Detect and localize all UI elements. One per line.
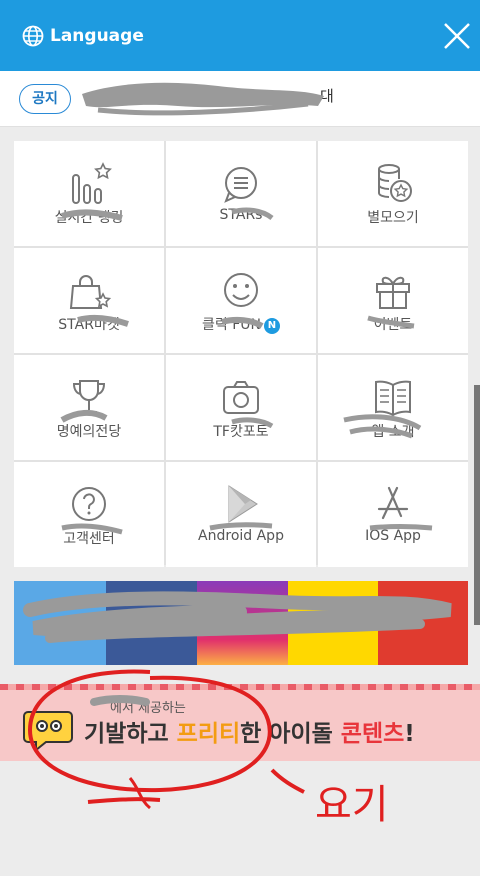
menu-item-label: 명예의전당: [56, 424, 122, 440]
menu-item-event[interactable]: 이벤트: [318, 248, 468, 353]
top-header: Language: [0, 0, 480, 71]
menu-item-photo[interactable]: TF캇포토: [166, 355, 316, 460]
menu-item-label: STARs: [219, 207, 263, 223]
banner-title-highlight: 콘텐츠: [340, 721, 405, 747]
banner-title-highlight: 프리티: [176, 721, 241, 747]
play-store-icon: [228, 485, 258, 523]
trophy-icon: [72, 380, 106, 413]
menu-item-collect-stars[interactable]: 별모으기: [318, 141, 468, 246]
banner-title-part: !: [404, 721, 415, 747]
menu-item-app-intro[interactable]: 앱 소개: [318, 355, 468, 460]
language-button[interactable]: Language: [22, 22, 144, 50]
menu-item-label: 고객센터: [63, 531, 115, 547]
social-kakao-button[interactable]: [288, 581, 378, 665]
menu-item-stars[interactable]: STARs: [166, 141, 316, 246]
menu-item-click-fun[interactable]: 클릭 FUN N: [166, 248, 316, 353]
smiley-icon: [224, 273, 258, 307]
menu-item-realtime-ranking[interactable]: 실시간 랭킹: [14, 141, 164, 246]
menu-item-hall-of-fame[interactable]: 명예의전당: [14, 355, 164, 460]
book-icon: [375, 380, 411, 417]
menu-item-label-wrap: 클릭 FUN N: [166, 314, 316, 334]
shopping-bag-star-icon: [69, 275, 112, 309]
promo-banner[interactable]: 에서 제공하는 기발하고 프리티한 아이돌 콘텐츠!: [0, 684, 480, 761]
social-twitter-button[interactable]: [14, 581, 106, 665]
camera-icon: [223, 381, 259, 414]
menu-item-label: 앱 소개: [371, 424, 415, 440]
help-circle-icon: [72, 487, 106, 521]
menu-item-label: Android App: [198, 528, 284, 544]
notice-badge: 공지: [19, 84, 71, 114]
chat-bubble-icon: [224, 167, 257, 203]
social-links-strip: [14, 581, 468, 665]
menu-grid: 실시간 랭킹 STARs 별모으기 STAR마켓 클릭 FUN N 이벤트 명예…: [14, 141, 468, 567]
menu-item-star-market[interactable]: STAR마켓: [14, 248, 164, 353]
notice-text: 대: [320, 87, 334, 105]
bar-chart-star-icon: [72, 162, 112, 204]
app-store-icon: [377, 486, 409, 520]
menu-item-android-app[interactable]: Android App: [166, 462, 316, 567]
notice-bar[interactable]: 공지 대: [0, 71, 480, 127]
menu-item-customer-center[interactable]: 고객센터: [14, 462, 164, 567]
menu-item-label: TF캇포토: [213, 424, 269, 440]
globe-icon: [22, 25, 44, 47]
menu-item-label: 별모으기: [367, 210, 419, 226]
menu-item-label: IOS App: [365, 528, 421, 544]
social-facebook-button[interactable]: [106, 581, 197, 665]
banner-title: 기발하고 프리티한 아이돌 콘텐츠!: [84, 714, 415, 748]
menu-item-label: 클릭 FUN: [202, 317, 261, 333]
annotation-text: 요기: [315, 782, 389, 828]
banner-title-part: 한 아이돌: [240, 721, 341, 747]
social-instagram-button[interactable]: [197, 581, 288, 665]
banner-title-part: 기발하고: [84, 721, 177, 747]
menu-item-label: 실시간 랭킹: [54, 210, 124, 226]
menu-item-label: 이벤트: [373, 317, 413, 333]
language-label: Language: [50, 26, 144, 46]
close-icon[interactable]: [441, 20, 473, 52]
new-badge: N: [263, 318, 280, 334]
social-youtube-button[interactable]: [378, 581, 468, 665]
scroll-edge: [474, 385, 480, 625]
gift-icon: [376, 276, 410, 309]
banner-stripe: [0, 684, 480, 690]
coins-star-icon: [378, 164, 412, 202]
menu-item-label: STAR마켓: [58, 317, 120, 333]
mascot-icon: [23, 711, 73, 753]
menu-item-ios-app[interactable]: IOS App: [318, 462, 468, 567]
